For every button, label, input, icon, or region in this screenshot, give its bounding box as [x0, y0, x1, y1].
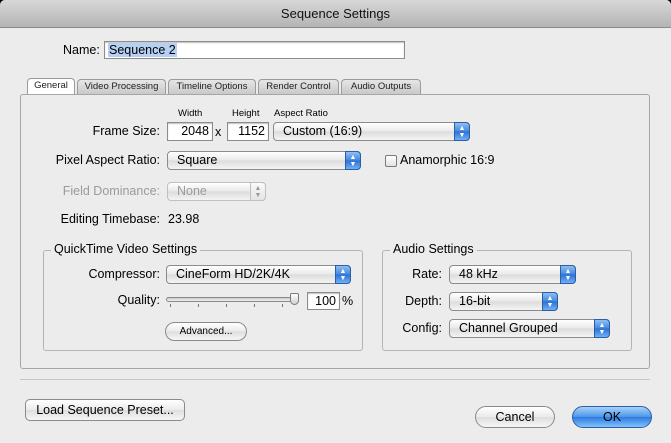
up-down-arrows-icon: ▲ ▼ — [345, 151, 361, 170]
advanced-button[interactable]: Advanced... — [165, 322, 247, 341]
tab-render-control[interactable]: Render Control — [258, 79, 339, 94]
frame-size-label: Frame Size: — [92, 124, 160, 138]
depth-label: Depth: — [405, 294, 442, 308]
rate-label: Rate: — [412, 267, 442, 281]
up-down-arrows-icon: ▲ ▼ — [454, 122, 470, 141]
quality-label: Quality: — [117, 293, 160, 307]
name-value: Sequence 2 — [108, 43, 177, 57]
height-header: Height — [232, 108, 260, 119]
quicktime-settings-title: QuickTime Video Settings — [51, 242, 201, 256]
anamorphic-checkbox[interactable] — [385, 155, 397, 167]
slider-tick — [226, 304, 227, 307]
config-label: Config: — [402, 321, 442, 335]
aspect-ratio-value: Custom (16:9) — [283, 124, 363, 138]
cancel-button[interactable]: Cancel — [475, 406, 555, 428]
name-field[interactable]: Sequence 2 — [104, 41, 405, 59]
compressor-value: CineForm HD/2K/4K — [176, 267, 290, 281]
rate-popup[interactable]: 48 kHz ▲ ▼ — [449, 265, 576, 284]
compressor-label: Compressor: — [88, 267, 160, 281]
tab-video-processing[interactable]: Video Processing — [77, 79, 166, 94]
times-symbol: x — [215, 125, 222, 139]
sequence-settings-window: Sequence Settings Name: Sequence 2 Gener… — [0, 0, 671, 443]
quality-unit: % — [342, 294, 354, 308]
depth-value: 16-bit — [459, 294, 491, 308]
window-title: Sequence Settings — [0, 0, 671, 28]
config-popup[interactable]: Channel Grouped ▲ ▼ — [449, 319, 610, 338]
frame-width-field[interactable]: 2048 — [167, 122, 213, 141]
compressor-popup[interactable]: CineForm HD/2K/4K ▲ ▼ — [166, 265, 351, 284]
slider-thumb-icon[interactable] — [290, 293, 299, 305]
width-header: Width — [178, 108, 203, 119]
rate-value: 48 kHz — [459, 267, 498, 281]
quality-field[interactable]: 100 — [307, 292, 340, 310]
up-down-arrows-icon: ▲ ▼ — [542, 292, 558, 311]
footer-divider — [20, 379, 650, 380]
field-dominance-popup[interactable]: None ▲ ▼ — [167, 182, 266, 201]
up-down-arrows-icon: ▲ ▼ — [335, 265, 351, 284]
audio-settings-title: Audio Settings — [390, 242, 477, 256]
load-sequence-preset-button[interactable]: Load Sequence Preset... — [25, 399, 185, 421]
pixel-aspect-popup[interactable]: Square ▲ ▼ — [167, 151, 361, 170]
field-dominance-value: None — [177, 184, 207, 198]
ok-button[interactable]: OK — [572, 406, 652, 428]
tab-audio-outputs[interactable]: Audio Outputs — [341, 79, 421, 94]
slider-tick — [254, 304, 255, 307]
tab-timeline-options[interactable]: Timeline Options — [168, 79, 256, 94]
up-down-arrows-icon: ▲ ▼ — [250, 182, 266, 201]
slider-tick — [198, 304, 199, 307]
pixel-aspect-label: Pixel Aspect Ratio: — [55, 153, 160, 167]
aspect-ratio-popup[interactable]: Custom (16:9) ▲ ▼ — [273, 122, 470, 141]
anamorphic-label: Anamorphic 16:9 — [400, 153, 495, 167]
slider-tick — [282, 304, 283, 307]
depth-popup[interactable]: 16-bit ▲ ▼ — [449, 292, 558, 311]
aspect-ratio-header: Aspect Ratio — [274, 108, 328, 119]
editing-timebase-value: 23.98 — [168, 212, 200, 226]
frame-height-field[interactable]: 1152 — [227, 122, 269, 141]
up-down-arrows-icon: ▲ ▼ — [560, 265, 576, 284]
tab-general[interactable]: General — [27, 78, 75, 95]
name-label: Name: — [63, 43, 100, 57]
config-value: Channel Grouped — [459, 321, 558, 335]
slider-tick — [170, 304, 171, 307]
field-dominance-label: Field Dominance: — [62, 184, 160, 198]
editing-timebase-label: Editing Timebase: — [60, 212, 160, 226]
up-down-arrows-icon: ▲ ▼ — [594, 319, 610, 338]
quality-slider[interactable] — [166, 297, 299, 302]
pixel-aspect-value: Square — [177, 153, 218, 167]
